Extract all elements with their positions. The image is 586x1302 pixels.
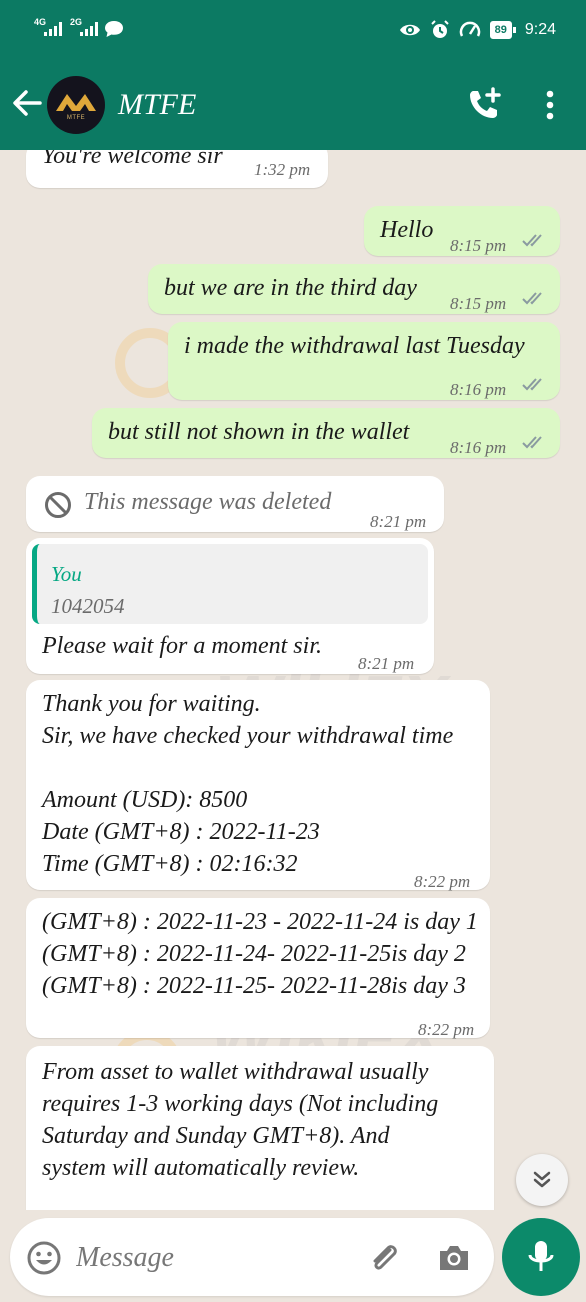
quoted-sender: You [51,562,82,586]
message-time: 8:21 pm [358,654,415,673]
message-time: 8:22 pm [414,872,471,891]
message-time: 8:15 pm [450,294,507,313]
message-text: Please wait for a moment sir. [42,633,322,659]
message-text: From asset to wallet withdrawal usually … [42,1059,439,1181]
mic-icon [528,1241,554,1271]
message-bubble-incoming[interactable]: From asset to wallet withdrawal usually … [26,1046,494,1210]
back-arrow-icon[interactable] [10,86,44,120]
add-call-icon[interactable] [466,86,502,122]
blocked-icon [45,492,71,518]
alarm-icon [430,20,449,38]
chat-header: MTFE MTFE [0,62,586,150]
message-text: (GMT+8) : 2022-11-23 - 2022-11-24 is day… [42,909,478,999]
emoji-icon[interactable] [26,1240,62,1276]
message-input[interactable] [76,1238,346,1278]
message-bubble-incoming[interactable]: You're welcome sir 1:32 pm [26,150,328,188]
message-bubble-outgoing[interactable]: but still not shown in the wallet 8:16 p… [92,408,560,458]
sim2-signal-icon [80,22,98,36]
message-text: Thank you for waiting. Sir, we have chec… [42,691,454,877]
double-check-icon [522,234,542,247]
mic-button[interactable] [502,1218,580,1296]
chevron-down-icon [533,1171,551,1188]
message-bubble-deleted[interactable]: This message was deleted 8:21 pm [26,476,444,532]
deleted-message-text: This message was deleted [84,489,332,515]
camera-icon[interactable] [436,1240,472,1276]
message-composer[interactable] [10,1218,494,1296]
status-right: 89 9:24 [399,20,556,40]
message-time: 8:22 pm [418,1020,475,1039]
message-bubble-incoming[interactable]: Thank you for waiting. Sir, we have chec… [26,680,490,891]
message-bubble-reply[interactable]: You 1042054 Please wait for a moment sir… [26,538,434,674]
message-time: 8:15 pm [450,236,507,255]
input-bar [0,1210,586,1302]
message-text: but we are in the third day [164,275,417,301]
double-check-icon [522,436,542,449]
message-time: 8:16 pm [450,380,507,399]
chat-bubble-icon [105,21,123,37]
message-time: 8:21 pm [370,512,427,531]
more-vert-icon[interactable] [540,89,560,121]
chat-area[interactable]: WikiFX WikiFX WikiFX You're welcome sir … [0,150,586,1210]
message-time: 1:32 pm [254,160,311,179]
message-text: You're welcome sir [42,150,223,169]
quoted-text: 1042054 [51,594,125,618]
paperclip-icon[interactable] [366,1240,402,1276]
message-bubble-outgoing[interactable]: but we are in the third day 8:15 pm [148,264,560,314]
double-check-icon [522,292,542,305]
avatar-label: MTFE [66,115,86,121]
message-bubble-incoming[interactable]: (GMT+8) : 2022-11-23 - 2022-11-24 is day… [26,898,490,1039]
avatar[interactable]: MTFE [47,76,105,134]
eye-icon [399,24,420,36]
scroll-down-button[interactable] [516,1154,568,1206]
message-bubble-outgoing[interactable]: Hello 8:15 pm [364,206,560,256]
message-time: 8:16 pm [450,438,507,457]
message-text: Hello [380,217,434,243]
status-bar: 4G 2G 89 9:24 [0,0,586,62]
message-text: i made the withdrawal last Tuesday [184,333,525,359]
battery-icon: 89 [489,21,517,39]
mtfe-logo-icon [56,94,96,111]
double-check-icon [522,378,542,391]
quoted-message[interactable]: You 1042054 [32,544,428,624]
sim1-signal-icon [44,22,62,36]
message-text: but still not shown in the wallet [108,419,410,445]
speedometer-icon [459,21,480,37]
message-bubble-outgoing[interactable]: i made the withdrawal last Tuesday 8:16 … [168,322,560,400]
chat-title[interactable]: MTFE [118,88,196,122]
status-time: 9:24 [524,21,556,38]
